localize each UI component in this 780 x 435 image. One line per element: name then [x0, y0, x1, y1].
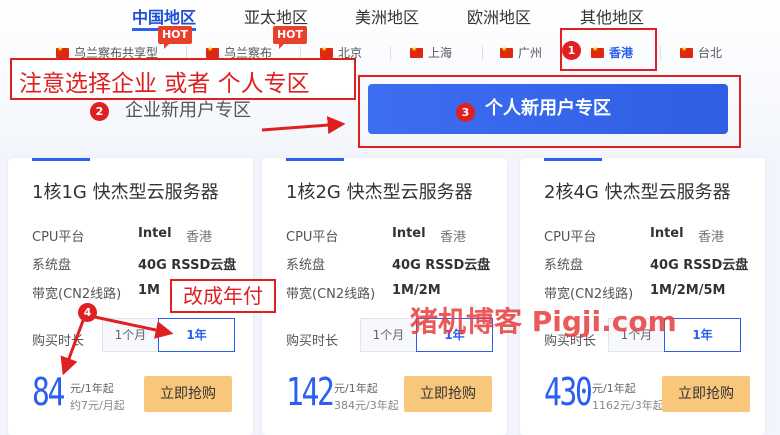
product-card-1c2g: 1核2G 快杰型云服务器 CPU平台 Intel 香港 系统盘 40G RSSD… — [262, 158, 507, 435]
china-flag-icon — [320, 45, 333, 58]
tab-europe[interactable]: 欧洲地区 — [467, 4, 531, 28]
spec-label: 系统盘 — [286, 258, 326, 273]
duration-1-month[interactable]: 1个月 — [102, 318, 159, 352]
divider — [482, 46, 483, 60]
price-3-year: 384元/3年起 — [334, 399, 399, 412]
city-guangzhou[interactable]: 广州 — [500, 44, 542, 61]
card-accent-bar — [544, 158, 602, 161]
hot-badge: HOT — [158, 26, 192, 49]
tab-other[interactable]: 其他地区 — [580, 4, 644, 28]
annotation-choose-note: 注意选择企业 或者 个人专区 — [19, 71, 310, 97]
duration-label: 购买时长 — [286, 334, 339, 349]
city-taipei[interactable]: 台北 — [680, 44, 722, 61]
spec-value: 40G RSSD云盘 — [138, 258, 237, 273]
spec-value: 1M/2M/5M — [650, 283, 726, 298]
price-unit: 元/1年起 — [70, 382, 114, 395]
spec-region: 香港 — [186, 230, 213, 245]
city-label: 广州 — [518, 46, 543, 60]
china-flag-icon — [56, 45, 69, 58]
price-3-year: 1162元/3年起 — [592, 399, 664, 412]
spec-label: 带宽(CN2线路) — [32, 287, 122, 302]
step-4-marker: 4 — [78, 303, 97, 322]
price-unit: 元/1年起 — [334, 382, 378, 395]
buy-now-button[interactable]: 立即抢购 — [662, 376, 750, 412]
hot-badge: HOT — [273, 26, 307, 49]
spec-region: 香港 — [440, 230, 467, 245]
spec-label: CPU平台 — [544, 230, 597, 245]
city-shanghai[interactable]: 上海 — [410, 44, 452, 61]
spec-value: 40G RSSD云盘 — [650, 258, 749, 273]
enterprise-zone-tab[interactable]: 企业新用户专区 — [125, 96, 251, 122]
spec-value: Intel — [392, 226, 426, 241]
step-3-marker: 3 — [456, 103, 475, 122]
price-monthly: 约7元/月起 — [70, 399, 125, 412]
product-card-2c4g: 2核4G 快杰型云服务器 CPU平台 Intel 香港 系统盘 40G RSSD… — [520, 158, 765, 435]
spec-label: 系统盘 — [32, 258, 72, 273]
divider — [390, 46, 391, 60]
card-accent-bar — [32, 158, 90, 161]
divider — [660, 46, 661, 60]
china-flag-icon — [500, 45, 513, 58]
duration-1-year[interactable]: 1年 — [158, 318, 235, 352]
china-flag-icon — [410, 45, 423, 58]
region-tabs: 中国地区 亚太地区 美洲地区 欧洲地区 其他地区 — [0, 0, 780, 31]
tab-china[interactable]: 中国地区 — [132, 4, 196, 28]
price-value: 84 — [32, 370, 65, 414]
step-2-marker: 2 — [90, 102, 109, 121]
price-unit: 元/1年起 — [592, 382, 636, 395]
card-accent-bar — [286, 158, 344, 161]
spec-value: 1M/2M — [392, 283, 441, 298]
spec-region: 香港 — [698, 230, 725, 245]
china-flag-icon — [206, 45, 219, 58]
city-label: 上海 — [428, 46, 453, 60]
china-flag-icon — [680, 45, 693, 58]
watermark: 猪机博客 Pigji.com — [410, 305, 677, 338]
spec-label: CPU平台 — [32, 230, 85, 245]
card-title: 1核2G 快杰型云服务器 — [286, 182, 473, 203]
annotation-change-yearly: 改成年付 — [170, 279, 276, 313]
price-value: 142 — [286, 370, 335, 414]
spec-label: CPU平台 — [286, 230, 339, 245]
card-title: 1核1G 快杰型云服务器 — [32, 182, 219, 203]
duration-label: 购买时长 — [32, 334, 85, 349]
personal-zone-label: 个人新用户专区 — [485, 98, 611, 119]
city-label: 台北 — [698, 46, 723, 60]
tab-americas[interactable]: 美洲地区 — [355, 4, 419, 28]
spec-label: 系统盘 — [544, 258, 584, 273]
spec-value: 1M — [138, 283, 160, 298]
duration-1-month[interactable]: 1个月 — [360, 318, 417, 352]
spec-value: 40G RSSD云盘 — [392, 258, 491, 273]
buy-now-button[interactable]: 立即抢购 — [144, 376, 232, 412]
spec-value: Intel — [138, 226, 172, 241]
step-1-marker: 1 — [562, 41, 581, 60]
buy-now-button[interactable]: 立即抢购 — [404, 376, 492, 412]
price-value: 430 — [544, 370, 593, 414]
spec-value: Intel — [650, 226, 684, 241]
personal-zone-button[interactable]: 个人新用户专区 — [368, 84, 728, 134]
spec-label: 带宽(CN2线路) — [286, 287, 376, 302]
card-title: 2核4G 快杰型云服务器 — [544, 182, 731, 203]
tab-asia-pacific[interactable]: 亚太地区 — [244, 4, 308, 28]
